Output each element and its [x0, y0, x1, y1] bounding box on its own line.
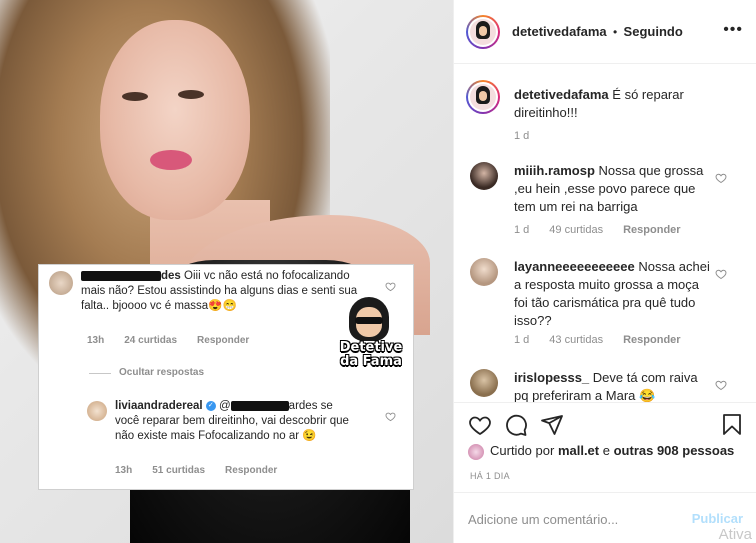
reply-button[interactable]: Responder — [623, 224, 680, 236]
header-user-line: detetivedafama • Seguindo — [512, 24, 683, 39]
comment-avatar[interactable] — [470, 369, 498, 397]
post-comment-button[interactable]: Publicar — [692, 511, 743, 526]
redacted-username — [81, 270, 161, 281]
comment-likes[interactable]: 43 curtidas — [549, 334, 603, 346]
post-timestamp[interactable]: HÁ 1 DIA — [470, 471, 510, 481]
liker-avatar[interactable] — [468, 443, 484, 460]
comment-avatar[interactable] — [470, 162, 498, 190]
likes-count[interactable]: outras 908 pessoas — [614, 443, 735, 458]
activation-watermark: Ativa — [718, 526, 752, 543]
comment-meta: 1 d 49 curtidas Responder — [514, 224, 681, 236]
comment-username[interactable]: miiih.ramosp — [514, 163, 595, 178]
caption-text: detetivedafama É só reparar direitinho!!… — [514, 87, 684, 120]
add-comment-bar: Publicar — [454, 492, 756, 543]
reply-button[interactable]: Responder — [623, 334, 680, 346]
comment-username[interactable]: layanneeeeeeeeeee — [514, 259, 635, 274]
comments-list[interactable]: detetivedafama É só reparar direitinho!!… — [454, 64, 756, 402]
following-button[interactable]: Seguindo — [624, 24, 683, 39]
bookmark-icon[interactable] — [720, 413, 744, 437]
comment-meta: 1 d 43 curtidas Responder — [514, 334, 681, 346]
photo-eye-left — [122, 92, 148, 101]
photo-face — [100, 20, 250, 220]
photo-eye-right — [178, 90, 204, 99]
comment-username[interactable]: irislopesss_ — [514, 370, 589, 385]
photo-lips — [150, 150, 192, 170]
comment-likes[interactable]: 49 curtidas — [549, 224, 603, 236]
liker-username[interactable]: mall.et — [558, 443, 599, 458]
overlay-heart-icon-2 — [385, 412, 396, 422]
more-options-icon[interactable]: ••• — [723, 22, 743, 38]
comment-input[interactable] — [468, 509, 678, 529]
detetive-da-fama-logo: Detetive da Fama — [331, 297, 411, 389]
comment-avatar[interactable] — [470, 258, 498, 286]
comment-like-heart-icon[interactable] — [715, 268, 727, 280]
comment-text: layanneeeeeeeeeee Nossa achei a resposta… — [514, 259, 710, 328]
header-avatar[interactable] — [466, 15, 500, 49]
header-separator: • — [613, 25, 618, 39]
overlay-meta-2: 13h 51 curtidas Responder — [115, 465, 278, 476]
comment-like-heart-icon[interactable] — [715, 172, 727, 184]
post-action-bar — [454, 402, 756, 442]
comment-text: miiih.ramosp Nossa que grossa ,eu hein ,… — [514, 163, 704, 214]
post-side-panel: detetivedafama • Seguindo ••• detetiveda… — [453, 0, 756, 543]
overlay-comment-2: liviaandradereal ✓ @ ardes se você repara… — [115, 400, 349, 442]
caption-avatar[interactable] — [466, 80, 500, 114]
logo-glasses — [355, 317, 383, 324]
verified-badge-icon: ✓ — [205, 400, 216, 411]
hide-replies-line — [89, 373, 111, 374]
likes-summary: Curtido por mall.et e outras 908 pessoas — [468, 443, 748, 460]
comment-icon[interactable] — [504, 413, 528, 437]
post-header: detetivedafama • Seguindo ••• — [454, 0, 756, 64]
overlay-meta-1: 13h 24 curtidas Responder — [87, 335, 250, 346]
comment-text: irislopesss_ Deve tá com raiva pq prefer… — [514, 370, 698, 402]
caption-time: 1 d — [514, 130, 530, 142]
post-image[interactable]: des Oiii vc não está no fofocalizando ma… — [0, 0, 453, 543]
header-username[interactable]: detetivedafama — [512, 24, 607, 39]
heart-icon[interactable] — [468, 413, 492, 437]
comment-screenshot-overlay: des Oiii vc não está no fofocalizando ma… — [38, 264, 414, 490]
hide-replies-label: Ocultar respostas — [119, 367, 205, 378]
caption-username[interactable]: detetivedafama — [514, 87, 609, 102]
overlay-avatar-1 — [49, 271, 73, 295]
overlay-comment-1: des Oiii vc não está no fofocalizando ma… — [81, 270, 358, 312]
redacted-mention — [230, 400, 289, 411]
comment-like-heart-icon[interactable] — [715, 379, 727, 391]
share-icon[interactable] — [540, 413, 564, 437]
logo-text: Detetive da Fama — [339, 340, 403, 369]
overlay-heart-icon-1 — [385, 282, 396, 292]
overlay-avatar-2 — [87, 401, 107, 421]
